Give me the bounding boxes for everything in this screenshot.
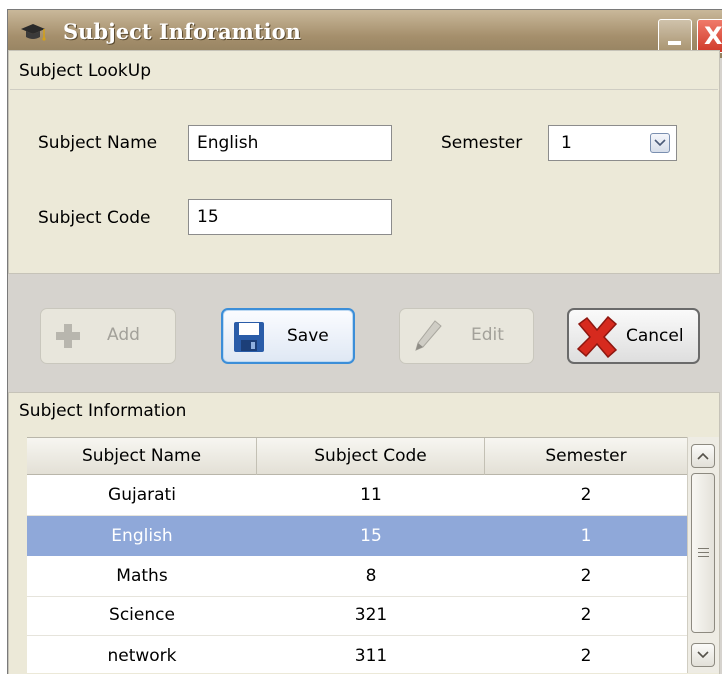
minimize-button[interactable] bbox=[658, 19, 692, 53]
group-divider bbox=[10, 89, 718, 90]
column-header-subject-code[interactable]: Subject Code bbox=[257, 438, 485, 475]
thumb-grip bbox=[698, 552, 709, 553]
chevron-down-icon[interactable] bbox=[650, 133, 670, 153]
column-header-semester[interactable]: Semester bbox=[485, 438, 687, 475]
plus-icon bbox=[56, 324, 80, 348]
cell-subject-name: network bbox=[107, 646, 177, 666]
red-x-icon bbox=[576, 316, 618, 358]
table-row[interactable]: Science 321 2 bbox=[27, 595, 687, 635]
add-button-label: Add bbox=[107, 325, 140, 345]
graduation-cap-icon bbox=[21, 24, 46, 41]
chevron-down-icon bbox=[697, 651, 709, 659]
save-button[interactable]: Save bbox=[221, 308, 355, 364]
cell-subject-code: 321 bbox=[354, 605, 388, 625]
window-title: Subject Inforamtion bbox=[63, 19, 301, 44]
edit-button-label: Edit bbox=[471, 325, 504, 345]
semester-select-value: 1 bbox=[561, 133, 572, 153]
subjects-table: Subject Name Subject Code Semester Gujar… bbox=[27, 437, 687, 673]
cell-subject-name: Maths bbox=[116, 566, 168, 586]
cell-subject-name: Science bbox=[109, 605, 175, 625]
add-button[interactable]: Add bbox=[40, 308, 176, 364]
thumb-grip bbox=[698, 556, 709, 557]
subject-name-label: Subject Name bbox=[38, 133, 158, 153]
cancel-button[interactable]: Cancel bbox=[567, 308, 700, 364]
subject-name-input[interactable]: English bbox=[188, 125, 392, 161]
table-row[interactable]: Maths 8 2 bbox=[27, 556, 687, 596]
cell-subject-code: 8 bbox=[365, 566, 377, 586]
table-vertical-scrollbar[interactable] bbox=[687, 437, 719, 673]
chevron-up-icon bbox=[697, 452, 709, 460]
cell-subject-name: English bbox=[111, 526, 173, 546]
semester-select[interactable]: 1 bbox=[548, 125, 677, 161]
edit-button[interactable]: Edit bbox=[399, 308, 534, 364]
thumb-grip bbox=[698, 548, 709, 549]
floppy-disk-icon bbox=[234, 322, 264, 352]
cell-semester: 2 bbox=[580, 566, 592, 586]
table-row[interactable]: network 311 2 bbox=[27, 636, 687, 673]
scroll-up-button[interactable] bbox=[691, 444, 715, 468]
cell-semester: 2 bbox=[580, 485, 592, 505]
cell-subject-code: 311 bbox=[354, 646, 388, 666]
subject-code-input[interactable]: 15 bbox=[188, 199, 392, 235]
column-header-subject-name[interactable]: Subject Name bbox=[27, 438, 257, 475]
close-button[interactable]: X bbox=[697, 19, 722, 53]
cell-semester: 2 bbox=[580, 605, 592, 625]
table-row[interactable]: Gujarati 11 2 bbox=[27, 475, 687, 515]
table-header: Subject Name Subject Code Semester bbox=[27, 437, 687, 475]
subject-lookup-title: Subject LookUp bbox=[19, 61, 152, 81]
semester-label: Semester bbox=[441, 133, 523, 153]
cell-subject-name: Gujarati bbox=[108, 485, 176, 505]
cancel-button-label: Cancel bbox=[626, 326, 684, 346]
table-row-selected[interactable]: English 15 1 bbox=[27, 516, 687, 556]
cell-semester: 1 bbox=[580, 526, 592, 546]
scroll-thumb[interactable] bbox=[691, 473, 715, 633]
cell-semester: 2 bbox=[580, 646, 592, 666]
subject-lookup-group: Subject LookUp bbox=[8, 50, 720, 274]
scroll-down-button[interactable] bbox=[691, 643, 715, 667]
cell-subject-code: 15 bbox=[360, 526, 382, 546]
close-icon: X bbox=[704, 22, 722, 50]
pencil-icon bbox=[415, 320, 442, 351]
cell-subject-code: 11 bbox=[360, 485, 382, 505]
subject-information-title: Subject Information bbox=[19, 401, 187, 421]
subject-code-label: Subject Code bbox=[38, 208, 151, 228]
save-button-label: Save bbox=[287, 326, 329, 346]
